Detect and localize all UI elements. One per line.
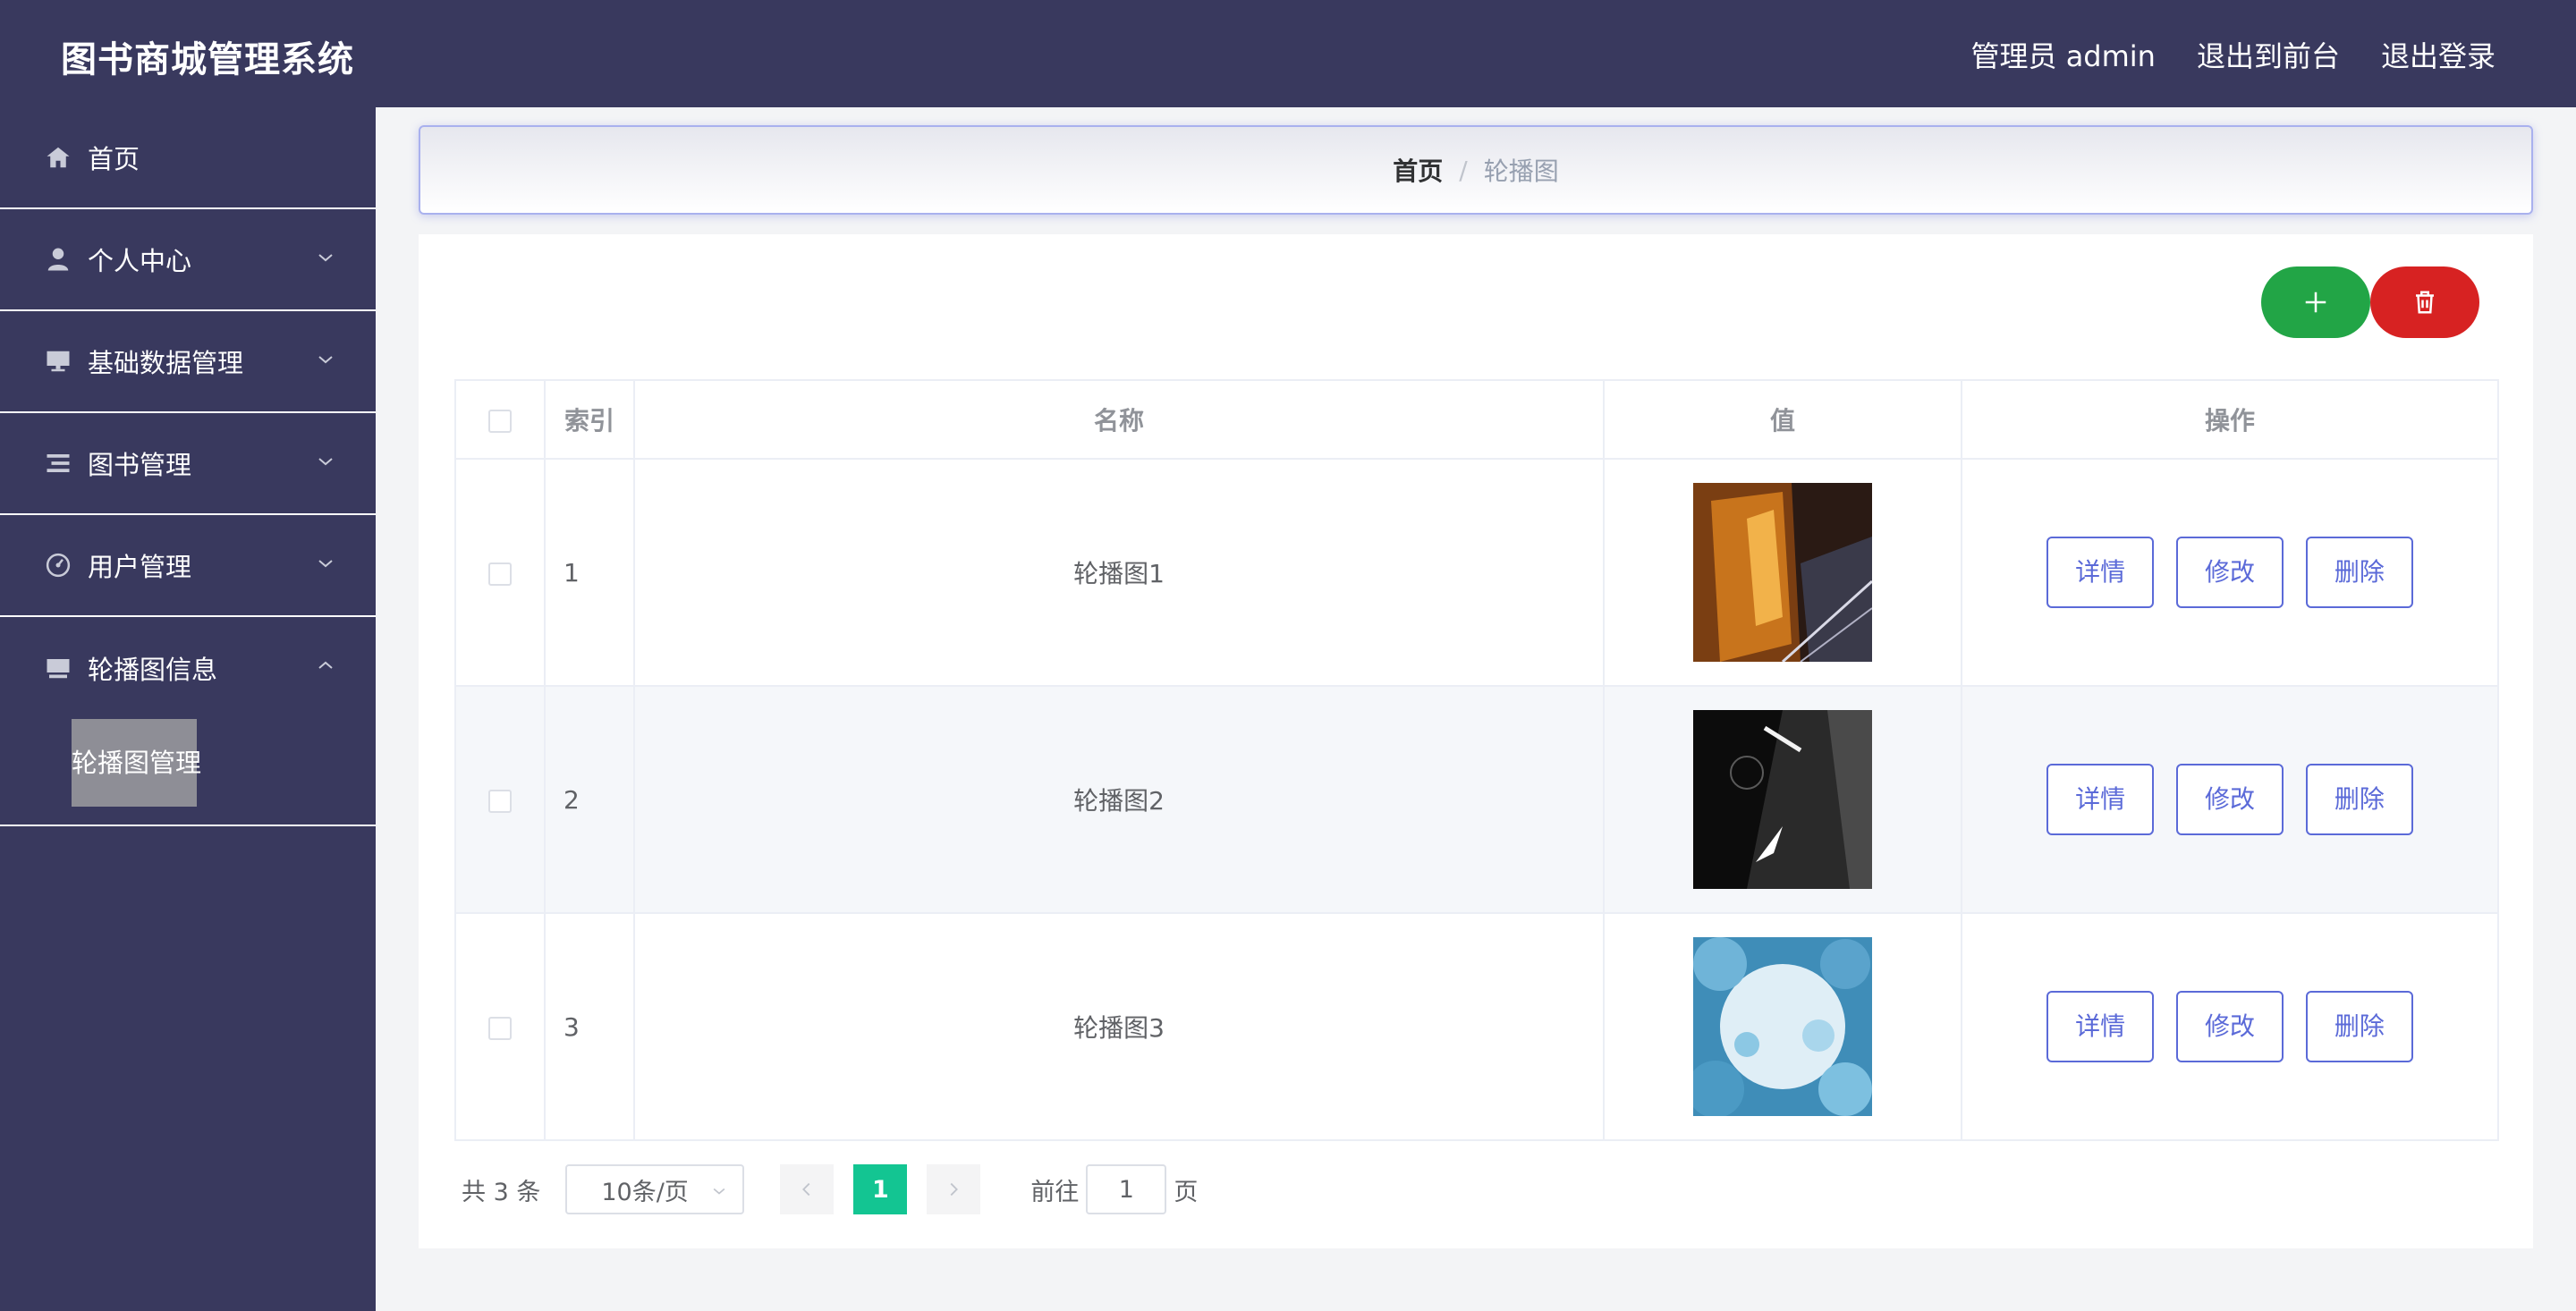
row-index: 2 [544, 685, 635, 914]
chevron-left-icon [802, 1182, 810, 1197]
table-row: 1 轮播图1 详情 修改 删除 [454, 458, 2499, 687]
goto-label: 前往 [1030, 1178, 1080, 1206]
user-icon [43, 244, 73, 275]
chevron-up-icon [318, 661, 333, 669]
sidebar-item-label: 基础数据管理 [88, 348, 244, 378]
app-title: 图书商城管理系统 [61, 39, 354, 80]
page-number-button[interactable]: 1 [853, 1164, 908, 1214]
row-checkbox[interactable] [488, 1016, 512, 1040]
prev-page-button[interactable] [780, 1164, 835, 1214]
column-header-value: 值 [1603, 379, 1962, 460]
pagination-total: 共 3 条 [462, 1178, 541, 1206]
row-select-cell [454, 912, 546, 1141]
plus-icon [2305, 292, 2326, 313]
edit-button[interactable]: 修改 [2176, 537, 2284, 608]
add-button[interactable] [2261, 266, 2370, 338]
breadcrumb-home[interactable]: 首页 [1393, 152, 1443, 188]
chevron-down-icon [318, 356, 333, 364]
row-checkbox[interactable] [488, 789, 512, 813]
logout-link[interactable]: 退出登录 [2381, 34, 2496, 75]
sidebar-item-carousel-info[interactable]: 轮播图信息 [0, 617, 376, 719]
carousel-submenu: 轮播图管理 [0, 719, 376, 826]
exit-to-frontend-link[interactable]: 退出到前台 [2197, 34, 2340, 75]
pagination: 共 3 条 10条/页 1 前往 页 [462, 1163, 1198, 1216]
sidebar-item-label: 首页 [88, 144, 140, 174]
goto-page-input[interactable] [1086, 1164, 1167, 1214]
chevron-right-icon [950, 1182, 959, 1197]
goto-suffix: 页 [1174, 1178, 1199, 1206]
carousel-thumbnail[interactable] [1693, 937, 1872, 1116]
top-nav: 管理员 admin 退出到前台 退出登录 [1971, 34, 2496, 75]
home-icon [43, 142, 73, 173]
table-row: 2 轮播图2 详情 修改 删除 [454, 685, 2499, 914]
column-header-name: 名称 [633, 379, 1605, 460]
select-all-checkbox[interactable] [488, 409, 512, 433]
carousel-table: 索引 名称 值 操作 1 轮播图1 详情 修改 删除 2 轮播图2 详情 修改 … [454, 379, 2499, 1141]
select-all-cell [454, 379, 546, 460]
delete-button[interactable]: 删除 [2305, 764, 2413, 835]
row-actions: 详情 修改 删除 [1961, 912, 2499, 1141]
chevron-down-icon [318, 560, 333, 568]
carousel-thumbnail[interactable] [1693, 710, 1872, 889]
content-panel: 索引 名称 值 操作 1 轮播图1 详情 修改 删除 2 轮播图2 详情 修改 … [419, 234, 2533, 1248]
breadcrumb-current: 轮播图 [1483, 156, 1559, 186]
column-header-index: 索引 [544, 379, 635, 460]
row-name: 轮播图3 [633, 912, 1605, 1141]
admin-user-link[interactable]: 管理员 admin [1971, 34, 2156, 75]
sidebar-item-label: 个人中心 [88, 246, 192, 276]
chevron-down-icon [713, 1188, 725, 1195]
batch-delete-button[interactable] [2370, 266, 2479, 338]
top-bar: 图书商城管理系统 管理员 admin 退出到前台 退出登录 [0, 0, 2576, 107]
breadcrumb: 首页 / 轮播图 [419, 125, 2533, 215]
row-select-cell [454, 458, 546, 687]
chevron-down-icon [318, 254, 333, 262]
edit-button[interactable]: 修改 [2176, 764, 2284, 835]
list-icon [43, 448, 73, 478]
edit-button[interactable]: 修改 [2176, 991, 2284, 1062]
row-index: 1 [544, 458, 635, 687]
next-page-button[interactable] [927, 1164, 981, 1214]
sidebar-item-personal-center[interactable]: 个人中心 [0, 209, 376, 311]
detail-button[interactable]: 详情 [2046, 991, 2155, 1062]
detail-button[interactable]: 详情 [2046, 764, 2155, 835]
sidebar-item-home[interactable]: 首页 [0, 107, 376, 209]
row-checkbox[interactable] [488, 562, 512, 586]
sidebar-item-basic-data[interactable]: 基础数据管理 [0, 311, 376, 413]
table-row: 3 轮播图3 详情 修改 删除 [454, 912, 2499, 1141]
row-value-cell [1603, 912, 1962, 1141]
row-select-cell [454, 685, 546, 914]
row-name: 轮播图1 [633, 458, 1605, 687]
sidebar: 首页 个人中心 基础数据管理 图书管理 用户管理 轮播图信息 轮播图管理 [0, 107, 376, 1311]
sidebar-item-label: 用户管理 [88, 552, 192, 582]
row-value-cell [1603, 685, 1962, 914]
image-stack-icon [43, 653, 73, 683]
row-name: 轮播图2 [633, 685, 1605, 914]
delete-button[interactable]: 删除 [2305, 991, 2413, 1062]
carousel-thumbnail[interactable] [1693, 483, 1872, 662]
page-size-value: 10条/页 [601, 1178, 689, 1206]
page-size-select[interactable]: 10条/页 [565, 1164, 745, 1214]
row-index: 3 [544, 912, 635, 1141]
monitor-icon [43, 346, 73, 376]
chevron-down-icon [318, 458, 333, 466]
sidebar-item-label: 轮播图信息 [88, 655, 218, 685]
row-value-cell [1603, 458, 1962, 687]
detail-button[interactable]: 详情 [2046, 537, 2155, 608]
sidebar-item-label: 图书管理 [88, 450, 192, 480]
sidebar-item-user-management[interactable]: 用户管理 [0, 515, 376, 617]
table-header-row: 索引 名称 值 操作 [454, 379, 2499, 460]
column-header-actions: 操作 [1961, 379, 2499, 460]
gauge-icon [43, 550, 73, 580]
delete-button[interactable]: 删除 [2305, 537, 2413, 608]
sidebar-subitem-carousel-management[interactable]: 轮播图管理 [72, 719, 201, 807]
trash-icon [2416, 291, 2434, 314]
row-actions: 详情 修改 删除 [1961, 458, 2499, 687]
breadcrumb-separator: / [1459, 155, 1468, 185]
row-actions: 详情 修改 删除 [1961, 685, 2499, 914]
sidebar-item-book-management[interactable]: 图书管理 [0, 413, 376, 515]
